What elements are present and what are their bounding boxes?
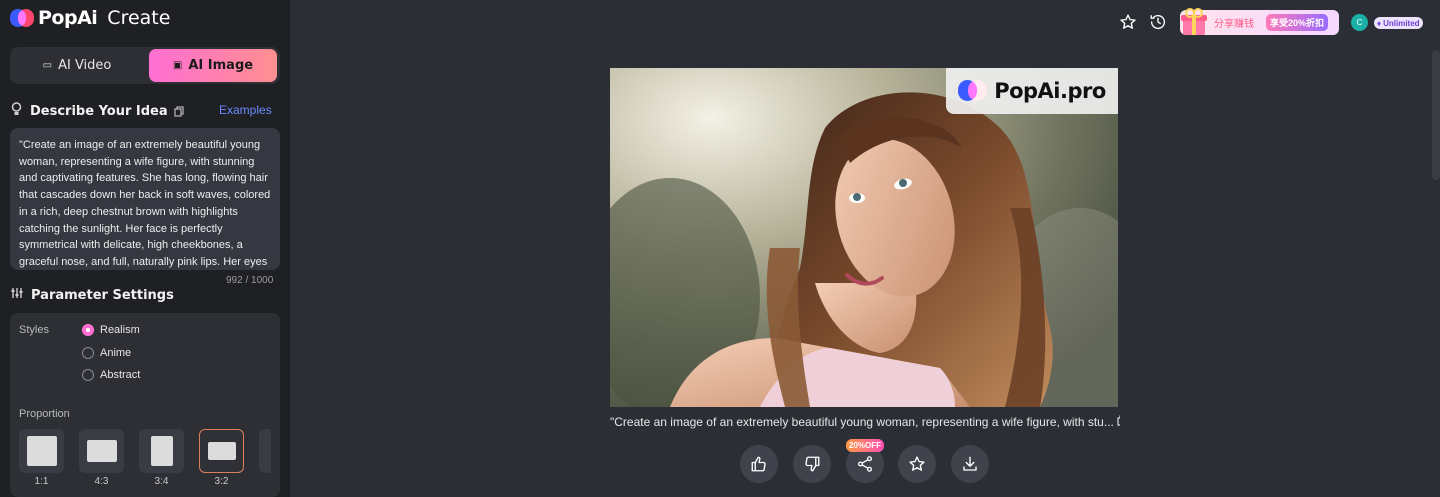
- copy-icon[interactable]: [174, 105, 184, 117]
- popai-logo-icon: [958, 80, 988, 102]
- dislike-button[interactable]: [793, 445, 831, 483]
- section-title: Create: [107, 7, 171, 29]
- star-icon[interactable]: [1117, 11, 1139, 33]
- styles-label: Styles: [19, 324, 49, 336]
- ai-video-tab[interactable]: ▭ AI Video: [13, 49, 141, 82]
- describe-header: Describe Your Idea: [11, 102, 184, 120]
- thumbs-up-icon: [751, 456, 766, 472]
- promo-discount-badge: 享受20%折扣: [1266, 14, 1329, 31]
- style-label: Realism: [100, 324, 140, 336]
- promo-banner[interactable]: 分享赚钱 享受20%折扣: [1180, 7, 1339, 35]
- bulb-icon: [11, 102, 22, 120]
- style-option-abstract[interactable]: Abstract: [82, 369, 140, 381]
- plan-label: Unlimited: [1383, 18, 1420, 28]
- avatar[interactable]: C: [1351, 14, 1368, 31]
- share-icon: [857, 456, 873, 472]
- params-title: Parameter Settings: [31, 287, 174, 303]
- star-icon: [909, 456, 925, 471]
- history-icon[interactable]: [1147, 11, 1169, 33]
- landscape-shape-icon: [86, 440, 117, 462]
- download-icon: [963, 456, 977, 471]
- proportion-label: Proportion: [19, 408, 70, 420]
- thumbs-down-icon: [805, 456, 820, 472]
- portrait-photo: [610, 68, 1118, 407]
- ai-image-label: AI Image: [188, 58, 254, 73]
- plan-badge[interactable]: ♦ Unlimited: [1374, 17, 1423, 29]
- popai-logo-icon: [10, 8, 36, 28]
- generated-image[interactable]: PopAi.pro: [610, 68, 1118, 407]
- brand-logo[interactable]: PopAi Create: [10, 7, 170, 29]
- proportion-label-4-3: 4:3: [94, 476, 109, 487]
- params-header: Parameter Settings: [11, 287, 174, 303]
- diamond-icon: ♦: [1377, 18, 1382, 28]
- portrait-shape-icon: [150, 436, 173, 466]
- watermark-text: PopAi.pro: [994, 79, 1106, 103]
- mode-toggle: ▭ AI Video ▣ AI Image: [10, 47, 280, 84]
- style-label: Abstract: [100, 369, 141, 381]
- prompt-textarea[interactable]: "Create an image of an extremely beautif…: [10, 128, 280, 270]
- proportion-3-4[interactable]: [139, 429, 184, 473]
- watermark: PopAi.pro: [946, 68, 1118, 114]
- like-button[interactable]: [740, 445, 778, 483]
- char-counter: 992 / 1000: [226, 275, 274, 286]
- style-option-anime[interactable]: Anime: [82, 347, 131, 359]
- square-shape-icon: [26, 436, 57, 466]
- discount-badge: 20%OFF: [846, 439, 885, 452]
- wide-shape-icon: [207, 442, 236, 460]
- image-caption: "Create an image of an extremely beautif…: [610, 415, 1120, 429]
- download-button[interactable]: [951, 445, 989, 483]
- prompt-text[interactable]: "Create an image of an extremely beautif…: [19, 137, 271, 270]
- examples-link[interactable]: Examples: [219, 103, 272, 117]
- style-option-realism[interactable]: Realism: [82, 324, 140, 336]
- caption-text: "Create an image of an extremely beautif…: [610, 415, 1114, 429]
- promo-text: 分享赚钱: [1214, 19, 1254, 30]
- image-icon: ▣: [172, 60, 183, 71]
- radio-checked-icon: [82, 324, 94, 336]
- sliders-icon: [11, 287, 23, 303]
- video-icon: ▭: [42, 60, 53, 71]
- ai-image-tab[interactable]: ▣ AI Image: [149, 49, 277, 82]
- params-panel: Styles Realism Anime Abstract Proportion…: [10, 313, 280, 497]
- proportion-label-3-2: 3:2: [214, 476, 229, 487]
- copy-icon[interactable]: [1117, 415, 1120, 429]
- ai-video-label: AI Video: [58, 58, 112, 73]
- proportion-more[interactable]: [259, 429, 271, 473]
- gift-icon: [1180, 7, 1207, 35]
- proportion-3-2[interactable]: [199, 429, 244, 473]
- style-label: Anime: [100, 347, 132, 359]
- favorite-button[interactable]: [898, 445, 936, 483]
- proportion-1-1[interactable]: [19, 429, 64, 473]
- proportion-label-1-1: 1:1: [34, 476, 49, 487]
- scrollbar[interactable]: [1432, 50, 1440, 180]
- brand-name: PopAi: [38, 7, 98, 29]
- radio-icon: [82, 369, 94, 381]
- radio-icon: [82, 347, 94, 359]
- proportion-label-3-4: 3:4: [154, 476, 169, 487]
- sidebar: PopAi Create ▭ AI Video ▣ AI Image Descr…: [0, 0, 291, 497]
- describe-title: Describe Your Idea: [30, 103, 168, 119]
- proportion-4-3[interactable]: [79, 429, 124, 473]
